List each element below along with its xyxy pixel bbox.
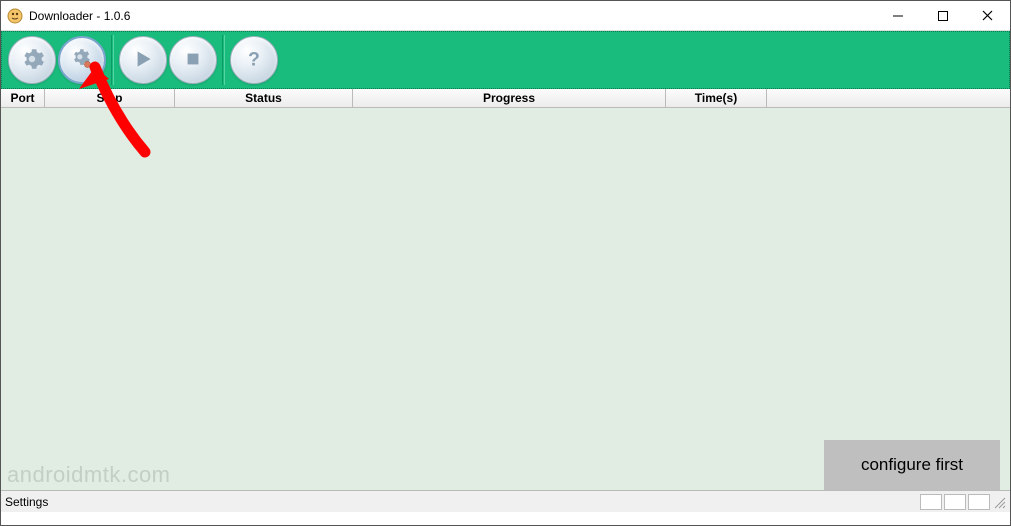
close-button[interactable] (965, 1, 1010, 30)
column-header-time[interactable]: Time(s) (666, 89, 767, 107)
resize-grip[interactable] (992, 495, 1006, 509)
watermark-text: androidmtk.com (7, 462, 171, 488)
statusbar: Settings (1, 490, 1010, 512)
status-panel (920, 494, 942, 510)
statusbar-text: Settings (5, 495, 920, 509)
minimize-button[interactable] (875, 1, 920, 30)
settings-button[interactable] (8, 36, 56, 84)
column-header-port[interactable]: Port (1, 89, 45, 107)
toolbar: ? (1, 31, 1010, 89)
configure-button[interactable] (58, 36, 106, 84)
toolbar-separator (222, 35, 225, 85)
start-button[interactable] (119, 36, 167, 84)
column-header-blank (767, 89, 1010, 107)
svg-text:?: ? (248, 48, 260, 70)
window-controls (875, 1, 1010, 30)
column-header-status[interactable]: Status (175, 89, 353, 107)
maximize-button[interactable] (920, 1, 965, 30)
titlebar: Downloader - 1.0.6 (1, 1, 1010, 31)
column-header-progress[interactable]: Progress (353, 89, 666, 107)
stop-button[interactable] (169, 36, 217, 84)
table-body: androidmtk.com configure first (1, 108, 1010, 490)
toolbar-separator (111, 35, 114, 85)
status-panel (944, 494, 966, 510)
callout-annotation: configure first (824, 440, 1000, 490)
statusbar-panels (920, 494, 990, 510)
gear-small-icon (69, 46, 95, 75)
play-icon (130, 46, 156, 75)
status-panel (968, 494, 990, 510)
table-header: Port Step Status Progress Time(s) (1, 89, 1010, 108)
stop-icon (180, 46, 206, 75)
app-icon (7, 8, 23, 24)
column-header-step[interactable]: Step (45, 89, 175, 107)
window-title: Downloader - 1.0.6 (29, 9, 875, 23)
question-icon: ? (241, 46, 267, 75)
gear-icon (19, 46, 45, 75)
help-button[interactable]: ? (230, 36, 278, 84)
